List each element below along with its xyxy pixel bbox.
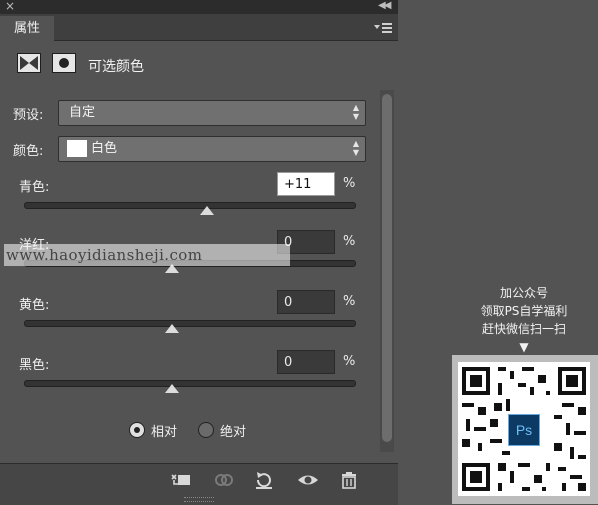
promo-line1: 加公众号 (499, 286, 548, 300)
radio-absolute[interactable] (198, 422, 214, 438)
collapse-icon[interactable]: ◀◀ (378, 0, 391, 13)
panel-title: 可选颜色 (88, 59, 144, 75)
promo-text: 加公众号 领取PS自学福利 赶快微信扫一扫 ▼ (452, 284, 596, 356)
scrollbar-thumb[interactable] (382, 94, 392, 442)
watermark-url: www.haoyidiansheji.com (4, 244, 290, 266)
delete-icon[interactable] (337, 470, 361, 490)
color-label: 颜色: (13, 144, 44, 159)
cyan-label: 青色: (19, 180, 50, 195)
cyan-slider-track[interactable] (24, 202, 356, 209)
close-icon[interactable]: × (5, 0, 15, 13)
panel-menu-icon[interactable] (372, 20, 394, 34)
radio-relative[interactable] (129, 422, 145, 438)
color-swatch (67, 140, 87, 157)
view-previous-state-icon[interactable] (212, 470, 236, 490)
relative-label: 相对 (151, 425, 178, 440)
tab-row (0, 14, 398, 41)
resize-grip[interactable] (184, 497, 214, 502)
photoshop-logo-icon: Ps (508, 414, 540, 446)
layer-mask-icon[interactable] (52, 53, 76, 73)
magenta-percent-label: % (343, 234, 356, 249)
dropdown-arrows-icon: ▲ ▼ (352, 103, 359, 121)
cyan-percent-label: % (343, 176, 356, 191)
preset-dropdown[interactable]: 自定 ▲ ▼ (58, 100, 366, 126)
visibility-icon[interactable] (296, 470, 320, 490)
color-dropdown[interactable]: 白色 ▲ ▼ (58, 136, 366, 162)
promo-line3: 赶快微信扫一扫 (481, 322, 566, 336)
panel-titlebar (0, 0, 398, 14)
black-percent-label: % (343, 354, 356, 369)
preset-label: 预设: (13, 108, 44, 123)
absolute-label: 绝对 (220, 425, 247, 440)
black-value-input[interactable]: 0 (277, 350, 335, 374)
black-label: 黑色: (19, 358, 50, 373)
yellow-slider-thumb[interactable] (165, 324, 179, 333)
preset-value: 自定 (69, 105, 96, 120)
yellow-slider-track[interactable] (24, 320, 356, 327)
cyan-value-input[interactable]: +11 (277, 172, 335, 196)
adjustment-layer-icon[interactable] (17, 53, 41, 73)
tab-properties[interactable]: 属性 (0, 16, 54, 41)
cyan-slider-thumb[interactable] (200, 206, 215, 215)
black-slider-thumb[interactable] (165, 384, 179, 393)
yellow-percent-label: % (343, 294, 356, 309)
clip-to-layer-icon[interactable] (169, 470, 193, 490)
color-value: 白色 (91, 141, 118, 156)
reset-icon[interactable] (252, 470, 276, 490)
yellow-value-input[interactable]: 0 (277, 290, 335, 314)
down-arrow-icon: ▼ (519, 340, 529, 354)
black-slider-track[interactable] (24, 380, 356, 387)
yellow-label: 黄色: (19, 298, 50, 313)
promo-line2: 领取PS自学福利 (480, 304, 568, 318)
dropdown-arrows-icon: ▲ ▼ (352, 139, 359, 157)
